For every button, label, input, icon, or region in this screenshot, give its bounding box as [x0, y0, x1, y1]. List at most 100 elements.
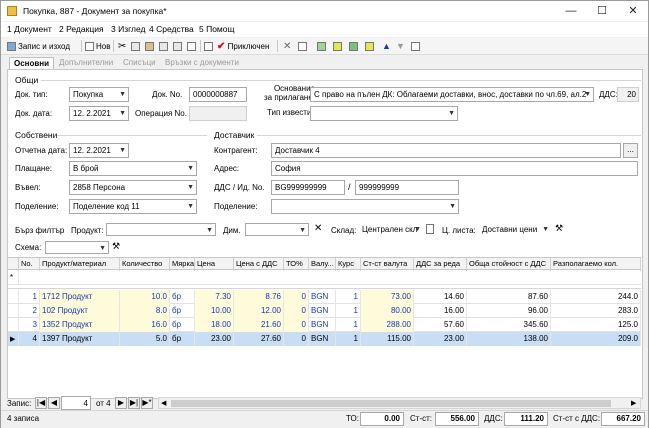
row-indicator[interactable]: ▶: [8, 332, 19, 346]
insert-row-button[interactable]: [349, 39, 360, 54]
insert-button[interactable]: [333, 39, 344, 54]
cell-unit[interactable]: бр: [170, 318, 195, 332]
row-indicator[interactable]: [8, 304, 19, 318]
cell-total[interactable]: 96.00: [467, 304, 551, 318]
minimize-button[interactable]: —: [556, 1, 586, 21]
cell-no[interactable]: 3: [19, 318, 40, 332]
cell-price[interactable]: 10.00: [195, 304, 234, 318]
doc-type-select[interactable]: Покупка ▼: [69, 87, 129, 102]
cell-avail[interactable]: 244.0: [551, 290, 641, 304]
cell-product[interactable]: 1712 Продукт: [40, 290, 120, 304]
cell-product[interactable]: 1397 Продукт: [40, 332, 120, 346]
print-preview-button[interactable]: [173, 39, 184, 54]
cell-no[interactable]: 4: [19, 332, 40, 346]
col-price[interactable]: Цена: [195, 258, 234, 271]
new-record-button[interactable]: ▶*: [141, 397, 153, 409]
move-up-button[interactable]: ▲: [382, 39, 391, 54]
confirm-button[interactable]: ✔ Приключен: [217, 39, 269, 54]
cell-rate[interactable]: 1: [336, 290, 361, 304]
cell-qty[interactable]: 5.0: [120, 332, 170, 346]
horizontal-scrollbar[interactable]: ◀ ▶: [158, 397, 641, 409]
scheme-tools-icon[interactable]: ⚒: [112, 241, 120, 252]
scroll-right-arrow[interactable]: ▶: [631, 399, 636, 407]
pricelist-select[interactable]: Доставни цени ▼: [479, 223, 551, 236]
print-button[interactable]: [159, 39, 170, 54]
address-field[interactable]: София: [271, 161, 638, 176]
cell-vat[interactable]: 14.60: [414, 290, 467, 304]
clear-filter-icon[interactable]: ✕: [314, 223, 322, 234]
scroll-left-arrow[interactable]: ◀: [161, 399, 166, 407]
cell-rate[interactable]: 1: [336, 304, 361, 318]
export-button[interactable]: [187, 39, 198, 54]
cell-price_vat[interactable]: 21.60: [234, 318, 284, 332]
scroll-thumb[interactable]: [171, 400, 611, 407]
cell-cur[interactable]: BGN: [309, 304, 336, 318]
cell-cur[interactable]: BGN: [309, 332, 336, 346]
help-button[interactable]: [411, 39, 422, 54]
cell-val[interactable]: 288.00: [361, 318, 414, 332]
edit-button[interactable]: [204, 39, 215, 54]
cell-qty[interactable]: 10.0: [120, 290, 170, 304]
cell-qty[interactable]: 16.0: [120, 318, 170, 332]
cell-rate[interactable]: 1: [336, 318, 361, 332]
table-row[interactable]: 3 1352 Продукт 16.0 бр 18.00 21.60 0 BGN 1 288.00…: [8, 318, 641, 332]
col-available[interactable]: Разполагаемо кол.: [551, 258, 641, 271]
menu-edit[interactable]: 2 Редакция: [59, 24, 104, 34]
division-select[interactable]: Поделение код 11 ▼: [69, 199, 197, 214]
remove-row-button[interactable]: [365, 39, 376, 54]
col-row-vat[interactable]: ДДС за реда: [414, 258, 467, 271]
store-details-icon[interactable]: [426, 224, 434, 234]
maximize-button[interactable]: ☐: [587, 1, 617, 21]
scheme-select[interactable]: ▼: [45, 241, 109, 254]
cell-avail[interactable]: 283.0: [551, 304, 641, 318]
cell-unit[interactable]: бр: [170, 290, 195, 304]
col-to[interactable]: ТО%: [284, 258, 309, 271]
menu-help[interactable]: 5 Помощ: [199, 24, 235, 34]
product-filter-input[interactable]: ▼: [106, 223, 216, 236]
refresh-button[interactable]: [317, 39, 328, 54]
cell-price[interactable]: 7.30: [195, 290, 234, 304]
first-record-button[interactable]: |◀: [35, 397, 47, 409]
doc-no-field[interactable]: 0000000887: [189, 87, 247, 102]
delete-button[interactable]: ✕: [283, 39, 291, 54]
cell-avail[interactable]: 209.0: [551, 332, 641, 346]
col-quantity[interactable]: Количество: [120, 258, 170, 271]
cell-unit[interactable]: бр: [170, 304, 195, 318]
table-row[interactable]: 1 1712 Продукт 10.0 бр 7.30 8.76 0 BGN 1 73.00 14.…: [8, 290, 641, 304]
cell-to[interactable]: 0: [284, 332, 309, 346]
col-value-currency[interactable]: Ст-ст валута: [361, 258, 414, 271]
cell-product[interactable]: 102 Продукт: [40, 304, 120, 318]
save-close-button[interactable]: Запис и изход: [7, 39, 70, 54]
report-date-field[interactable]: 12. 2.2021 ▼: [69, 143, 129, 158]
cell-avail[interactable]: 125.0: [551, 318, 641, 332]
table-row[interactable]: ▶ 4 1397 Продукт 5.0 бр 23.00 27.60 0 BGN 1 115.00…: [8, 332, 641, 346]
vat-number-field[interactable]: BG999999999: [271, 180, 345, 195]
cell-total[interactable]: 87.60: [467, 290, 551, 304]
col-price-vat[interactable]: Цена с ДДС: [234, 258, 284, 271]
partner-field[interactable]: Доставчик 4: [271, 143, 621, 158]
cell-cur[interactable]: BGN: [309, 290, 336, 304]
move-down-button[interactable]: ▼: [396, 39, 405, 54]
tools-icon[interactable]: ⚒: [555, 223, 563, 234]
cell-no[interactable]: 1: [19, 290, 40, 304]
col-unit[interactable]: Мярка: [170, 258, 195, 271]
col-product[interactable]: Продукт/материал: [40, 258, 120, 271]
cell-vat[interactable]: 16.00: [414, 304, 467, 318]
close-button[interactable]: ✕: [618, 1, 648, 21]
cell-qty[interactable]: 8.0: [120, 304, 170, 318]
menu-view[interactable]: 3 Изглед: [111, 24, 145, 34]
next-record-button[interactable]: ▶: [115, 397, 127, 409]
last-record-button[interactable]: ▶|: [128, 397, 140, 409]
partner-lookup-button[interactable]: ...: [623, 143, 638, 158]
col-total-vat[interactable]: Обща стойност с ДДС: [467, 258, 551, 271]
prev-record-button[interactable]: ◀: [48, 397, 60, 409]
cell-val[interactable]: 115.00: [361, 332, 414, 346]
table-row[interactable]: 2 102 Продукт 8.0 бр 10.00 12.00 0 BGN 1 80.00 16.…: [8, 304, 641, 318]
menu-document[interactable]: 1 Документ: [7, 24, 52, 34]
paste-button[interactable]: [145, 39, 156, 54]
cut-button[interactable]: ✂: [118, 39, 126, 54]
entered-by-select[interactable]: 2858 Персона ▼: [69, 180, 197, 195]
menu-tools[interactable]: 4 Средства: [149, 24, 194, 34]
cell-vat[interactable]: 57.60: [414, 318, 467, 332]
cell-no[interactable]: 2: [19, 304, 40, 318]
